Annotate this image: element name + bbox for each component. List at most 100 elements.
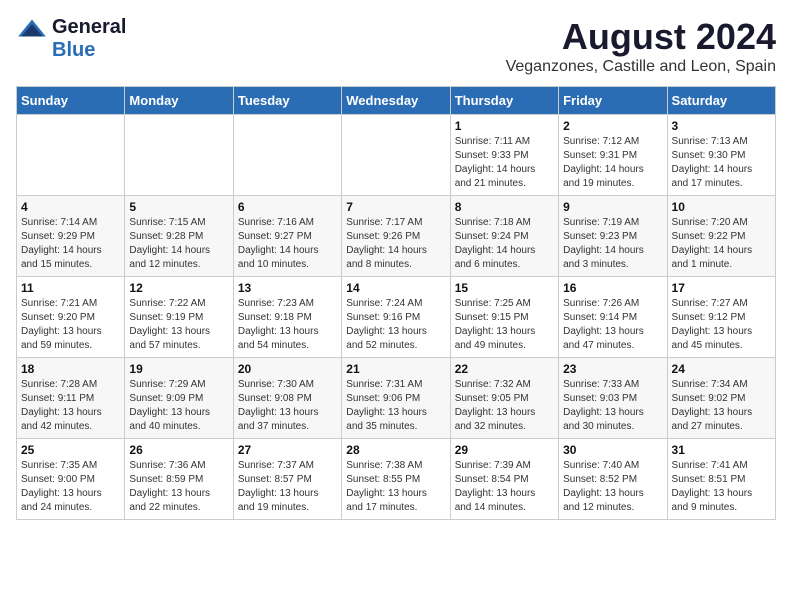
day-number: 29 (455, 443, 554, 457)
day-number: 26 (129, 443, 228, 457)
day-info: Sunrise: 7:30 AM Sunset: 9:08 PM Dayligh… (238, 378, 337, 434)
calendar-cell: 23 Sunrise: 7:33 AM Sunset: 9:03 PM Dayli… (559, 358, 667, 439)
day-number: 17 (672, 281, 771, 295)
day-info: Sunrise: 7:35 AM Sunset: 9:00 PM Dayligh… (21, 459, 120, 515)
day-number: 21 (346, 362, 445, 376)
day-info: Sunrise: 7:24 AM Sunset: 9:16 PM Dayligh… (346, 297, 445, 353)
calendar-week-row: 18Sunrise: 7:28 AM Sunset: 9:11 PM Dayli… (17, 358, 776, 439)
calendar-cell: 16 Sunrise: 7:26 AM Sunset: 9:14 PM Dayli… (559, 277, 667, 358)
day-number: 30 (563, 443, 662, 457)
day-number: 19 (129, 362, 228, 376)
day-number: 12 (129, 281, 228, 295)
day-number: 31 (672, 443, 771, 457)
day-info: Sunrise: 7:14 AM Sunset: 9:29 PM Dayligh… (21, 216, 120, 272)
calendar-table: SundayMondayTuesdayWednesdayThursdayFrid… (16, 86, 776, 520)
calendar-week-row: 4Sunrise: 7:14 AM Sunset: 9:29 PM Daylig… (17, 196, 776, 277)
weekday-header: Saturday (667, 87, 775, 115)
day-info: Sunrise: 7:13 AM Sunset: 9:30 PM Dayligh… (672, 135, 771, 191)
calendar-cell: 24 Sunrise: 7:34 AM Sunset: 9:02 PM Dayli… (667, 358, 775, 439)
day-info: Sunrise: 7:34 AM Sunset: 9:02 PM Dayligh… (672, 378, 771, 434)
calendar-cell: 4Sunrise: 7:14 AM Sunset: 9:29 PM Daylig… (17, 196, 125, 277)
weekday-header: Thursday (450, 87, 558, 115)
day-info: Sunrise: 7:16 AM Sunset: 9:27 PM Dayligh… (238, 216, 337, 272)
page-header: General Blue August 2024 Veganzones, Cas… (16, 16, 776, 76)
logo: General Blue (16, 16, 126, 62)
day-number: 23 (563, 362, 662, 376)
calendar-cell: 18Sunrise: 7:28 AM Sunset: 9:11 PM Dayli… (17, 358, 125, 439)
day-info: Sunrise: 7:40 AM Sunset: 8:52 PM Dayligh… (563, 459, 662, 515)
calendar-cell: 19Sunrise: 7:29 AM Sunset: 9:09 PM Dayli… (125, 358, 233, 439)
day-number: 8 (455, 200, 554, 214)
calendar-cell: 29Sunrise: 7:39 AM Sunset: 8:54 PM Dayli… (450, 439, 558, 520)
calendar-body: 1 Sunrise: 7:11 AM Sunset: 9:33 PM Daylig… (17, 115, 776, 520)
day-number: 1 (455, 119, 554, 133)
calendar-week-row: 25 Sunrise: 7:35 AM Sunset: 9:00 PM Dayli… (17, 439, 776, 520)
logo-icon (16, 18, 48, 38)
calendar-cell: 14 Sunrise: 7:24 AM Sunset: 9:16 PM Dayli… (342, 277, 450, 358)
logo-blue: Blue (52, 39, 95, 62)
day-number: 13 (238, 281, 337, 295)
day-info: Sunrise: 7:11 AM Sunset: 9:33 PM Dayligh… (455, 135, 554, 191)
weekday-header: Friday (559, 87, 667, 115)
weekday-header: Monday (125, 87, 233, 115)
calendar-cell: 11 Sunrise: 7:21 AM Sunset: 9:20 PM Dayli… (17, 277, 125, 358)
weekday-header: Wednesday (342, 87, 450, 115)
calendar-cell (233, 115, 341, 196)
day-info: Sunrise: 7:27 AM Sunset: 9:12 PM Dayligh… (672, 297, 771, 353)
day-number: 18 (21, 362, 120, 376)
day-number: 3 (672, 119, 771, 133)
calendar-cell: 17 Sunrise: 7:27 AM Sunset: 9:12 PM Dayli… (667, 277, 775, 358)
calendar-cell (342, 115, 450, 196)
calendar-cell: 30 Sunrise: 7:40 AM Sunset: 8:52 PM Dayli… (559, 439, 667, 520)
calendar-cell: 12 Sunrise: 7:22 AM Sunset: 9:19 PM Dayli… (125, 277, 233, 358)
day-number: 27 (238, 443, 337, 457)
calendar-cell: 26 Sunrise: 7:36 AM Sunset: 8:59 PM Dayli… (125, 439, 233, 520)
calendar-cell: 27Sunrise: 7:37 AM Sunset: 8:57 PM Dayli… (233, 439, 341, 520)
day-number: 16 (563, 281, 662, 295)
day-info: Sunrise: 7:21 AM Sunset: 9:20 PM Dayligh… (21, 297, 120, 353)
day-info: Sunrise: 7:36 AM Sunset: 8:59 PM Dayligh… (129, 459, 228, 515)
day-info: Sunrise: 7:25 AM Sunset: 9:15 PM Dayligh… (455, 297, 554, 353)
day-info: Sunrise: 7:26 AM Sunset: 9:14 PM Dayligh… (563, 297, 662, 353)
weekday-header-row: SundayMondayTuesdayWednesdayThursdayFrid… (17, 87, 776, 115)
calendar-cell: 3 Sunrise: 7:13 AM Sunset: 9:30 PM Daylig… (667, 115, 775, 196)
calendar-cell: 25 Sunrise: 7:35 AM Sunset: 9:00 PM Dayli… (17, 439, 125, 520)
day-info: Sunrise: 7:15 AM Sunset: 9:28 PM Dayligh… (129, 216, 228, 272)
day-number: 2 (563, 119, 662, 133)
day-info: Sunrise: 7:20 AM Sunset: 9:22 PM Dayligh… (672, 216, 771, 272)
day-number: 20 (238, 362, 337, 376)
weekday-header: Sunday (17, 87, 125, 115)
day-info: Sunrise: 7:18 AM Sunset: 9:24 PM Dayligh… (455, 216, 554, 272)
day-number: 6 (238, 200, 337, 214)
calendar-week-row: 1 Sunrise: 7:11 AM Sunset: 9:33 PM Daylig… (17, 115, 776, 196)
day-number: 22 (455, 362, 554, 376)
day-info: Sunrise: 7:22 AM Sunset: 9:19 PM Dayligh… (129, 297, 228, 353)
day-number: 5 (129, 200, 228, 214)
day-number: 24 (672, 362, 771, 376)
calendar-week-row: 11 Sunrise: 7:21 AM Sunset: 9:20 PM Dayli… (17, 277, 776, 358)
calendar-cell: 7Sunrise: 7:17 AM Sunset: 9:26 PM Daylig… (342, 196, 450, 277)
calendar-cell: 5 Sunrise: 7:15 AM Sunset: 9:28 PM Daylig… (125, 196, 233, 277)
calendar-cell: 28Sunrise: 7:38 AM Sunset: 8:55 PM Dayli… (342, 439, 450, 520)
day-number: 10 (672, 200, 771, 214)
day-info: Sunrise: 7:12 AM Sunset: 9:31 PM Dayligh… (563, 135, 662, 191)
day-number: 25 (21, 443, 120, 457)
day-number: 11 (21, 281, 120, 295)
calendar-cell: 31 Sunrise: 7:41 AM Sunset: 8:51 PM Dayli… (667, 439, 775, 520)
calendar-cell: 10 Sunrise: 7:20 AM Sunset: 9:22 PM Dayli… (667, 196, 775, 277)
calendar-cell: 1 Sunrise: 7:11 AM Sunset: 9:33 PM Daylig… (450, 115, 558, 196)
day-info: Sunrise: 7:31 AM Sunset: 9:06 PM Dayligh… (346, 378, 445, 434)
calendar-cell: 2 Sunrise: 7:12 AM Sunset: 9:31 PM Daylig… (559, 115, 667, 196)
day-number: 7 (346, 200, 445, 214)
day-number: 14 (346, 281, 445, 295)
location-title: Veganzones, Castille and Leon, Spain (506, 58, 776, 76)
logo-general: General (52, 16, 126, 39)
day-info: Sunrise: 7:23 AM Sunset: 9:18 PM Dayligh… (238, 297, 337, 353)
calendar-cell: 9Sunrise: 7:19 AM Sunset: 9:23 PM Daylig… (559, 196, 667, 277)
day-info: Sunrise: 7:33 AM Sunset: 9:03 PM Dayligh… (563, 378, 662, 434)
weekday-header: Tuesday (233, 87, 341, 115)
day-number: 9 (563, 200, 662, 214)
day-info: Sunrise: 7:41 AM Sunset: 8:51 PM Dayligh… (672, 459, 771, 515)
calendar-cell: 6 Sunrise: 7:16 AM Sunset: 9:27 PM Daylig… (233, 196, 341, 277)
calendar-cell: 8 Sunrise: 7:18 AM Sunset: 9:24 PM Daylig… (450, 196, 558, 277)
